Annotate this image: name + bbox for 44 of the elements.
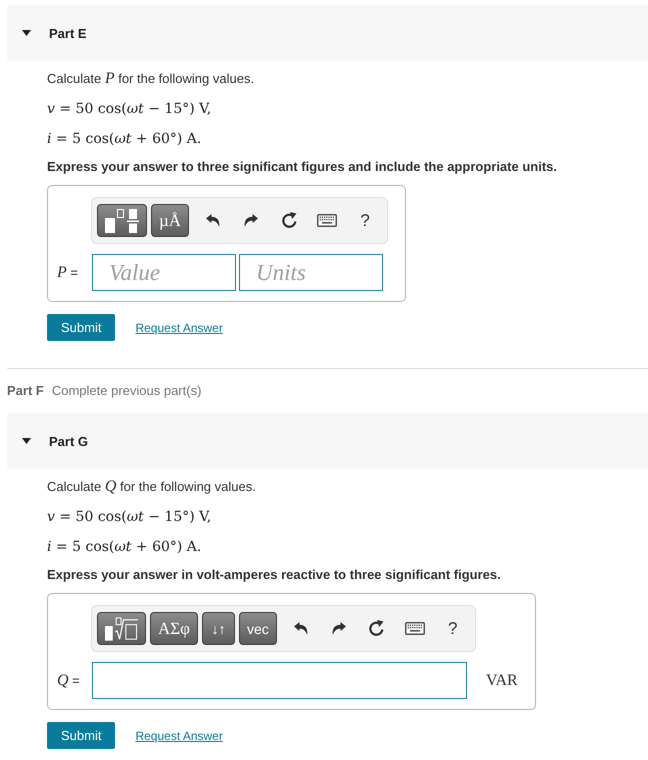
- request-answer-link[interactable]: Request Answer: [135, 728, 223, 742]
- reset-button[interactable]: [368, 618, 386, 638]
- reset-icon: [368, 620, 386, 637]
- toolbar-button[interactable]: ↓↑: [202, 612, 235, 645]
- power-fraction-icon: [105, 208, 139, 232]
- help-button[interactable]: ?: [448, 618, 458, 638]
- variable-label: P =: [57, 264, 79, 282]
- answer-field[interactable]: Units: [239, 254, 383, 291]
- question-text: Calculate Q for the following values.: [47, 477, 257, 497]
- toolbar-button[interactable]: vec: [238, 612, 277, 645]
- equation: i = 5 cos(ωt + 60°) A.: [47, 538, 202, 557]
- symbol-button[interactable]: µÅ: [151, 204, 190, 237]
- keyboard-icon: [404, 622, 425, 635]
- template-button[interactable]: [97, 612, 146, 645]
- redo-icon: [244, 214, 258, 227]
- help-button[interactable]: ?: [360, 210, 370, 230]
- part-title: Part E: [49, 26, 87, 40]
- instruction-text: Express your answer to three significant figures and include the appropriate units.: [47, 158, 558, 176]
- variable-label: Q =: [57, 672, 81, 690]
- part-header[interactable]: Part G: [7, 413, 648, 469]
- answer-field[interactable]: Value: [92, 254, 236, 291]
- part-title: Part F: [7, 382, 44, 400]
- equation: v = 50 cos(ωt − 15°) V,: [47, 100, 212, 119]
- undo-icon: [294, 622, 308, 635]
- submit-button[interactable]: Submit: [47, 722, 116, 749]
- equation: v = 50 cos(ωt − 15°) V,: [47, 508, 212, 527]
- part-status-text: Complete previous part(s): [52, 382, 202, 400]
- equation: i = 5 cos(ωt + 60°) A.: [47, 130, 202, 149]
- request-answer-link[interactable]: Request Answer: [135, 320, 223, 334]
- instruction-text: Express your answer in volt-amperes reactive to three significant figures.: [47, 566, 502, 584]
- reset-button[interactable]: [280, 210, 298, 230]
- redo-icon: [332, 622, 346, 635]
- keyboard-icon: [317, 214, 338, 227]
- reset-icon: [280, 212, 298, 229]
- question-text: Calculate P for the following values.: [47, 69, 256, 89]
- part-title: Part G: [49, 434, 88, 448]
- square-root-icon: [105, 616, 138, 640]
- undo-icon: [206, 214, 220, 227]
- unit-label: VAR: [486, 672, 518, 690]
- submit-button[interactable]: Submit: [47, 314, 116, 341]
- part-header[interactable]: Part E: [7, 5, 648, 61]
- answer-field[interactable]: [92, 662, 467, 699]
- symbol-button[interactable]: ΑΣφ: [150, 612, 198, 645]
- template-button[interactable]: [97, 204, 147, 237]
